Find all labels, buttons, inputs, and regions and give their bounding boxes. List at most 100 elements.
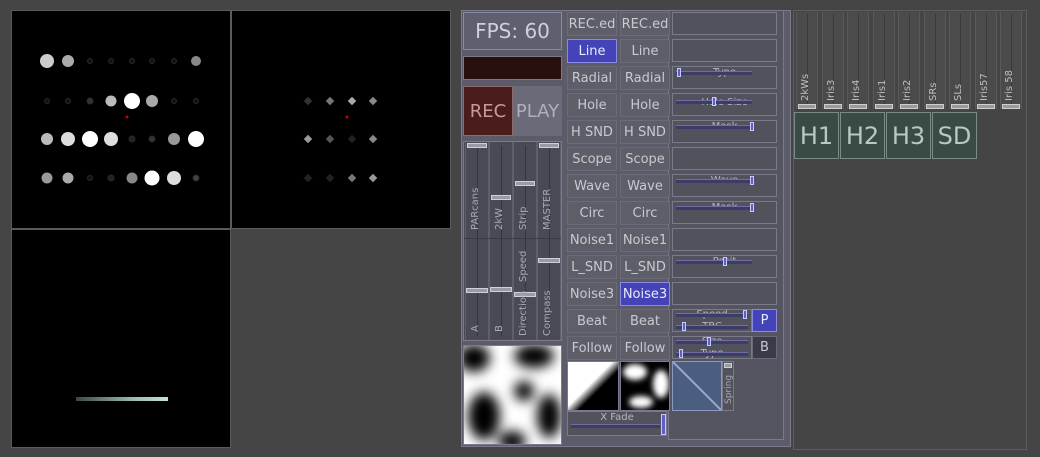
fixture-dot	[40, 54, 54, 68]
effect-left-noise1-button[interactable]: Noise1	[567, 228, 617, 252]
effect-left-circ-button[interactable]: Circ	[567, 201, 617, 225]
fader-label: Iris4	[851, 79, 862, 101]
b-toggle[interactable]: B	[752, 336, 777, 359]
2kw-slider[interactable]	[489, 142, 513, 340]
fader-cap[interactable]	[976, 104, 995, 109]
spring-slider[interactable]: Spring	[722, 361, 734, 411]
effect-right-scope-button[interactable]: Scope	[620, 147, 670, 171]
effect-left-l-snd-button[interactable]: L_SND	[567, 255, 617, 279]
effect-right-wave-button[interactable]: Wave	[620, 174, 670, 198]
hole-size-slider[interactable]: Hole Size	[672, 93, 777, 116]
effect-left-wave-button[interactable]: Wave	[567, 174, 617, 198]
mask-slider-1[interactable]: Mask	[672, 120, 777, 143]
parcans-slider[interactable]	[465, 142, 489, 340]
fader-iris4[interactable]: Iris4	[847, 12, 869, 109]
fixture-dot	[148, 135, 156, 143]
effect-right-l-snd-button[interactable]: L_SND	[620, 255, 670, 279]
mask-slider-2[interactable]: Mask	[672, 201, 777, 224]
curve-thumbnail	[672, 361, 722, 411]
wave-slider[interactable]: Wave	[672, 174, 777, 197]
group-h2-button[interactable]: H2	[840, 112, 885, 159]
play-button[interactable]: PLAY	[513, 86, 562, 136]
effect-right-radial-button[interactable]: Radial	[620, 66, 670, 90]
effect-button-label: H SND	[624, 124, 666, 140]
effect-left-hole-button[interactable]: Hole	[567, 93, 617, 117]
effect-right-follow-button[interactable]: Follow	[620, 336, 670, 360]
param-field-9[interactable]	[672, 228, 777, 251]
effect-button-label: Radial	[571, 70, 613, 86]
hole-size-slider-knob[interactable]	[711, 97, 716, 106]
fader-cap[interactable]	[900, 104, 918, 109]
fader-iris3[interactable]: Iris3	[821, 12, 844, 109]
effect-left-radial-button[interactable]: Radial	[567, 66, 617, 90]
fader-srs[interactable]: SRs	[923, 12, 946, 109]
fader-cap[interactable]	[798, 104, 816, 109]
effect-left-line-button[interactable]: Line	[567, 39, 617, 63]
fader-cap[interactable]	[1002, 104, 1020, 109]
x-fade-slider[interactable]: X Fade	[567, 411, 667, 436]
param-field-1[interactable]	[672, 12, 777, 35]
tbc-slider-knob[interactable]	[682, 322, 687, 331]
p-toggle[interactable]: P	[752, 309, 777, 332]
effect-left-scope-button[interactable]: Scope	[567, 147, 617, 171]
b-slider-cap[interactable]	[490, 287, 512, 292]
effect-left-follow-button[interactable]: Follow	[567, 336, 617, 360]
fixture-dot	[65, 98, 71, 104]
wave-slider-knob[interactable]	[750, 176, 755, 185]
size-type-slider[interactable]: Size Type	[672, 336, 752, 359]
fader-cap[interactable]	[823, 104, 842, 109]
effect-right-noise3-button[interactable]: Noise3	[620, 282, 670, 306]
fader-iris1[interactable]: Iris1	[872, 12, 895, 109]
effect-right-rec-ed-button[interactable]: REC.ed	[620, 12, 670, 36]
a-slider-cap[interactable]	[466, 288, 488, 293]
param-field-2[interactable]	[672, 39, 777, 62]
mask-slider-2-knob[interactable]	[750, 203, 755, 212]
mask-slider-1-knob[interactable]	[750, 122, 755, 131]
group-sd-button[interactable]: SD	[932, 112, 977, 159]
type2-slider-knob[interactable]	[678, 349, 683, 358]
rec-button[interactable]: REC	[463, 86, 513, 136]
type-slider[interactable]: Type	[672, 66, 777, 89]
fader-iris57[interactable]: Iris57	[974, 12, 997, 109]
effect-left-h-snd-button[interactable]: H SND	[567, 120, 617, 144]
fader-cap[interactable]	[951, 104, 969, 109]
group-h3-button[interactable]: H3	[886, 112, 931, 159]
posit-slider[interactable]: Posit	[672, 255, 777, 278]
posit-slider-knob[interactable]	[722, 257, 727, 266]
x-fade-knob[interactable]	[661, 414, 666, 435]
spring-slider-knob[interactable]	[724, 363, 732, 368]
fader-iris2[interactable]: Iris2	[898, 12, 920, 109]
fixture-dot	[191, 56, 201, 66]
group-h1-button[interactable]: H1	[794, 112, 839, 159]
type-slider-knob[interactable]	[676, 68, 681, 77]
fader-cap[interactable]	[849, 104, 867, 109]
effect-button-label: Hole	[630, 97, 660, 113]
speed-slider-knob[interactable]	[743, 310, 748, 319]
param-field-6[interactable]	[672, 147, 777, 170]
fader-2kws[interactable]: 2kWs	[796, 12, 818, 109]
effect-right-hole-button[interactable]: Hole	[620, 93, 670, 117]
effect-right-beat-button[interactable]: Beat	[620, 309, 670, 333]
fixture-dot	[126, 172, 138, 184]
fixture-dot	[192, 174, 200, 182]
effect-right-line-button[interactable]: Line	[620, 39, 670, 63]
effect-right-noise1-button[interactable]: Noise1	[620, 228, 670, 252]
speed-tbc-slider[interactable]: Speed TBC	[672, 309, 752, 332]
moving-head-preview	[231, 10, 451, 229]
effect-left-rec-ed-button[interactable]: REC.ed	[567, 12, 617, 36]
effect-left-beat-button[interactable]: Beat	[567, 309, 617, 333]
fader-label: Iris57	[978, 73, 990, 101]
param-field-11[interactable]	[672, 282, 777, 305]
fader-cap[interactable]	[925, 104, 944, 109]
compass-slider-cap[interactable]	[538, 258, 560, 263]
effect-left-noise3-button[interactable]: Noise3	[567, 282, 617, 306]
fader-sls[interactable]: SLs	[949, 12, 971, 109]
moving-head-marker	[303, 96, 313, 106]
fixture-dot	[87, 58, 93, 64]
fader-iris-58[interactable]: Iris 58	[1000, 12, 1022, 109]
effect-right-circ-button[interactable]: Circ	[620, 201, 670, 225]
effect-right-h-snd-button[interactable]: H SND	[620, 120, 670, 144]
fader-cap[interactable]	[874, 104, 893, 109]
effect-button-label: Scope	[625, 151, 665, 167]
size-slider-knob[interactable]	[707, 337, 712, 346]
